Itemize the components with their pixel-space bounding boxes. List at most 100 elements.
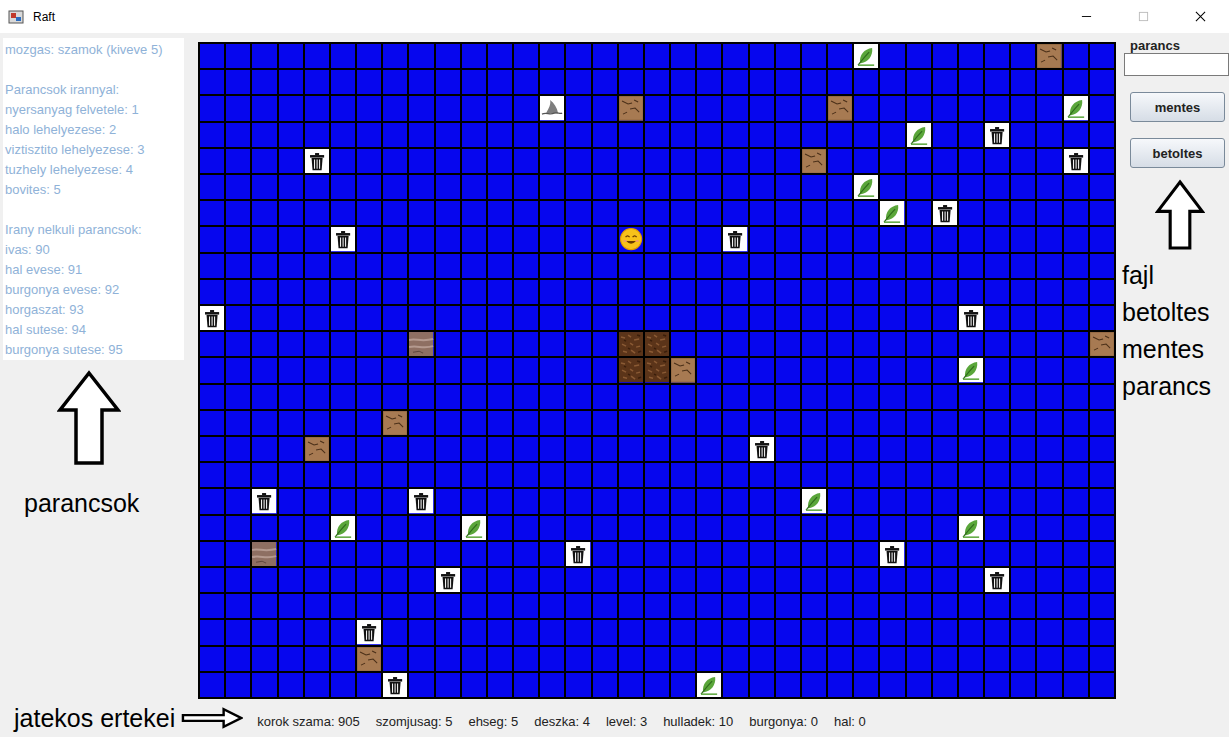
board-cell <box>879 253 905 279</box>
board-cell <box>408 331 434 357</box>
board-cell <box>1010 619 1036 645</box>
board-cell <box>382 331 408 357</box>
board-cell <box>827 331 853 357</box>
board-cell <box>749 174 775 200</box>
board-cell <box>251 69 277 95</box>
board-cell <box>487 593 513 619</box>
board-cell <box>487 122 513 148</box>
board-cell <box>251 148 277 174</box>
board-cell <box>775 672 801 698</box>
board-cell <box>722 462 748 488</box>
board-cell <box>1036 174 1062 200</box>
board-cell <box>513 410 539 436</box>
board-cell <box>382 541 408 567</box>
board-cell <box>251 331 277 357</box>
board-cell <box>199 436 225 462</box>
board-cell <box>513 331 539 357</box>
board-cell <box>565 619 591 645</box>
board-cell <box>592 122 618 148</box>
board-cell <box>722 69 748 95</box>
board-cell <box>1036 462 1062 488</box>
board-cell <box>461 619 487 645</box>
board-cell <box>539 174 565 200</box>
close-button[interactable] <box>1172 0 1229 33</box>
board-cell <box>356 95 382 121</box>
board-cell <box>801 593 827 619</box>
wood-icon <box>305 437 329 461</box>
board-cell <box>670 226 696 252</box>
board-cell <box>592 174 618 200</box>
board-cell <box>592 43 618 69</box>
command-input[interactable] <box>1124 53 1229 76</box>
board-cell <box>330 331 356 357</box>
betoltes-button[interactable]: betoltes <box>1130 138 1225 168</box>
board-cell <box>984 619 1010 645</box>
board-cell <box>984 567 1010 593</box>
board-cell <box>408 541 434 567</box>
mentes-button[interactable]: mentes <box>1130 92 1225 122</box>
board-cell <box>435 226 461 252</box>
board-cell <box>225 200 251 226</box>
board-cell <box>539 593 565 619</box>
board-cell <box>670 200 696 226</box>
board-cell <box>932 567 958 593</box>
board-cell <box>853 410 879 436</box>
board-cell <box>199 331 225 357</box>
board-cell <box>513 174 539 200</box>
trash-icon <box>357 620 381 644</box>
board-cell <box>801 43 827 69</box>
minimize-button[interactable] <box>1058 0 1115 33</box>
board-cell <box>225 357 251 383</box>
board-cell <box>408 488 434 514</box>
board-cell <box>879 226 905 252</box>
board-cell <box>722 672 748 698</box>
board-cell <box>827 593 853 619</box>
board-cell <box>487 672 513 698</box>
board-cell <box>853 541 879 567</box>
board-cell <box>461 279 487 305</box>
board-cell <box>382 69 408 95</box>
board-cell <box>592 384 618 410</box>
board-cell <box>670 331 696 357</box>
board-cell <box>225 384 251 410</box>
board-cell <box>251 646 277 672</box>
board-cell <box>749 593 775 619</box>
help-line: viztisztito lehelyezese: 3 <box>5 140 182 160</box>
board-cell <box>644 567 670 593</box>
board-cell <box>1036 488 1062 514</box>
board-cell <box>539 567 565 593</box>
board-cell <box>644 619 670 645</box>
board-cell <box>906 200 932 226</box>
board-cell <box>199 69 225 95</box>
board-cell <box>644 279 670 305</box>
board-cell <box>539 226 565 252</box>
board-cell <box>827 384 853 410</box>
board-cell <box>592 619 618 645</box>
board-cell <box>906 122 932 148</box>
board-cell <box>696 436 722 462</box>
board-cell <box>1010 488 1036 514</box>
board-cell <box>565 672 591 698</box>
board-cell <box>670 384 696 410</box>
board-cell <box>330 567 356 593</box>
board-cell <box>932 226 958 252</box>
board-cell <box>225 305 251 331</box>
board-cell <box>199 122 225 148</box>
board-cell <box>278 384 304 410</box>
wood-icon <box>671 358 695 382</box>
board-cell <box>644 515 670 541</box>
board-cell <box>958 384 984 410</box>
board-cell <box>1089 410 1115 436</box>
board-cell <box>722 384 748 410</box>
board-cell <box>251 462 277 488</box>
board-cell <box>513 619 539 645</box>
board-cell <box>408 384 434 410</box>
board-cell <box>775 384 801 410</box>
board-cell <box>251 200 277 226</box>
maximize-button[interactable] <box>1115 0 1172 33</box>
board-cell <box>382 279 408 305</box>
board-cell <box>827 226 853 252</box>
board-cell <box>932 148 958 174</box>
board-cell <box>958 436 984 462</box>
board-cell <box>408 410 434 436</box>
